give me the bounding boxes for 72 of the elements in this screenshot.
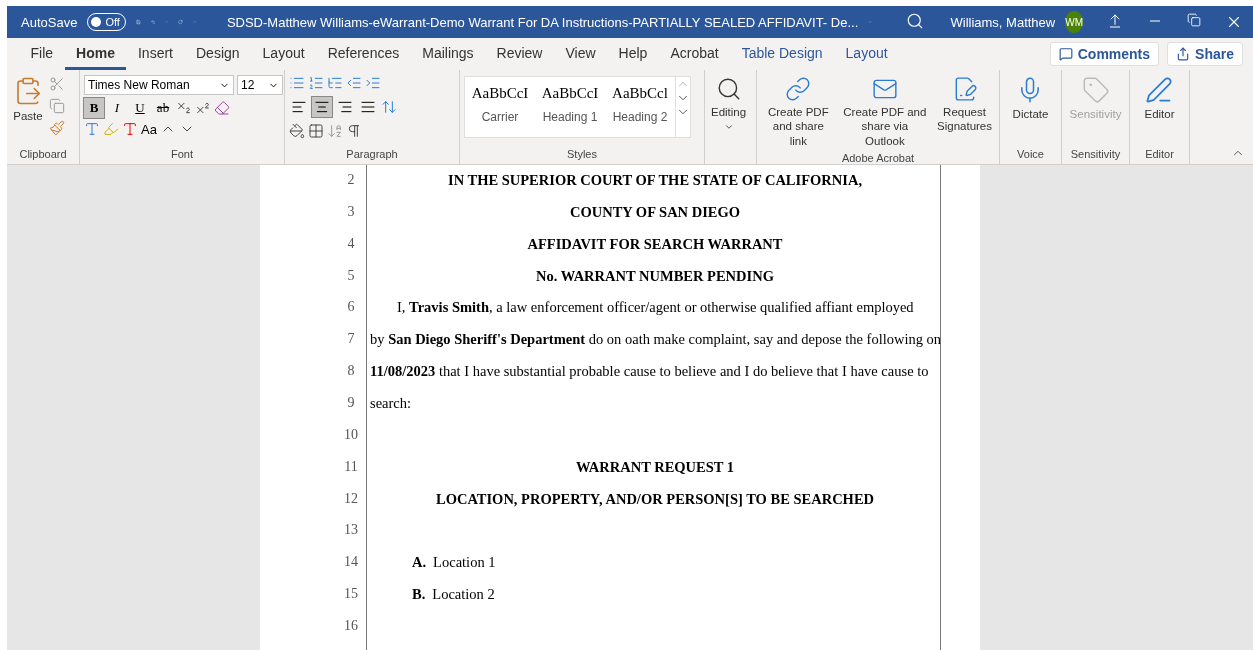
line-number: 11 [343,458,359,476]
heading-text: LOCATION, PROPERTY, AND/OR PERSON[S] TO BE SEARCHED [435,490,875,509]
ribbon-tab[interactable]: Design [184,38,252,70]
ribbon-tab[interactable]: File [19,38,65,70]
group-label: Clipboard [18,148,68,162]
window-title: SDSD-Matthew Williams-eWarrant-Demo Warrant For DA Instructions-PARTIALLY SEALED AFFIDAVIT- De... [226,14,859,30]
list-item-text: Location 1 [433,554,496,573]
user-avatar[interactable]: WM [1065,11,1083,33]
ribbon-tab[interactable]: Help [607,38,659,70]
autosave-label: AutoSave [21,14,78,30]
change-case-button[interactable]: Aa [141,121,157,137]
editing-button[interactable]: Editing [709,72,749,148]
ribbon-tab[interactable]: Acrobat [658,38,731,70]
line-number: 8 [346,363,356,381]
strike-button[interactable]: ab [153,98,173,118]
body-text: 11/08/2023 that I have substantial probable cause to believe and I do believe that I have cause to [370,363,929,382]
body-text: by San Diego Sheriff's Department do on oath make complaint, say and depose the following on [370,331,942,350]
ribbon-tab[interactable]: Layout [834,38,900,70]
line-number: 9 [346,395,356,412]
italic-button[interactable]: I [107,98,127,118]
heading-text: IN THE SUPERIOR COURT OF THE STATE OF CALIFORNIA, [448,172,862,190]
ribbon-tab[interactable]: Table Design [730,38,835,70]
underline-button[interactable]: U [130,98,150,118]
comments-button[interactable]: Comments [1049,42,1160,66]
line-number: 15 [343,586,359,604]
ribbon-tab[interactable]: Insert [126,38,185,70]
list-marker: B. [412,586,426,605]
user-name: Williams, Matthew [950,14,1056,30]
font-size-field[interactable]: 12 [237,75,283,95]
ribbon-tab[interactable]: References [316,38,411,70]
style-item[interactable]: AaBbCcI Carrier [465,77,535,137]
paste-button[interactable]: Paste [11,72,45,148]
group-label: Adobe Acrobat [840,152,916,165]
line-number: 13 [343,522,359,540]
group-label: Voice [1016,148,1045,162]
bold-button[interactable]: B [84,98,104,118]
editor-button[interactable]: Editor [1142,72,1177,148]
line-number: 5 [346,267,356,285]
list-item-text: Location 2 [432,586,495,605]
heading-text: No. WARRANT NUMBER PENDING [536,267,774,286]
line-number: 4 [346,235,356,253]
body-text: search: [370,395,412,413]
dictate-button[interactable]: Dictate [1010,72,1051,148]
share-button[interactable]: Share [1167,42,1243,66]
line-number: 2 [346,172,356,189]
ribbon-tab[interactable]: Review [485,38,554,70]
ribbon-tab[interactable]: Mailings [410,38,486,70]
acrobat-button[interactable]: Request Signatures [934,72,995,153]
group-label: Editor [1144,148,1175,162]
style-item[interactable]: AaBbCcI Heading 1 [535,77,605,137]
ribbon-tab[interactable]: View [554,38,608,70]
line-number: 10 [343,426,359,444]
font-name-field[interactable]: Times New Roman [84,75,234,95]
group-label: Styles [566,148,598,162]
heading-text: AFFIDAVIT FOR SEARCH WARRANT [527,235,783,254]
line-number: 6 [346,299,356,317]
list-marker: A. [412,554,427,573]
group-label: Font [170,148,194,162]
style-item[interactable]: AaBbCcl Heading 2 [605,77,675,137]
ribbon-tab[interactable]: Layout [251,38,317,70]
line-number: 7 [346,331,356,349]
heading-text: COUNTY OF SAN DIEGO [569,203,741,222]
body-text: I, Travis Smith, a law enforcement officer/agent or otherwise qualified affiant employed [397,299,914,318]
line-number: 12 [343,490,359,508]
group-label: Sensitivity [1069,148,1122,162]
line-number: 14 [343,554,359,572]
group-label: Paragraph [345,148,399,162]
acrobat-button[interactable]: Create PDF and share link [761,72,836,153]
acrobat-button[interactable]: Create PDF and share via Outlook [839,72,931,153]
line-number: 16 [343,618,359,636]
heading-text: WARRANT REQUEST 1 [575,458,735,477]
line-number: 3 [346,203,356,221]
